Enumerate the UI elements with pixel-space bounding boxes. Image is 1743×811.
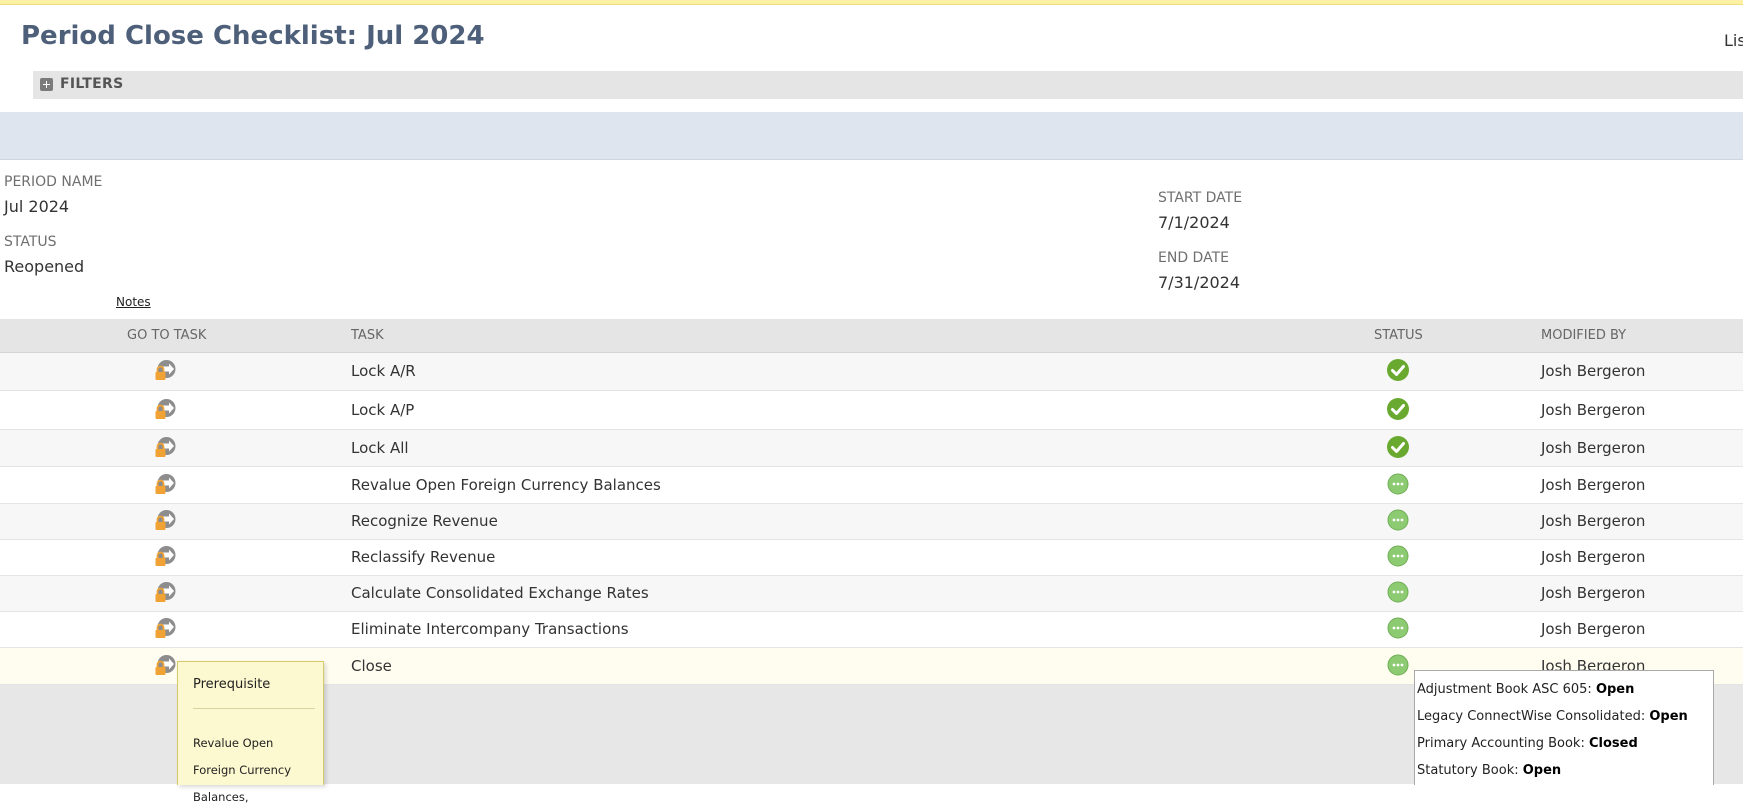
go-to-task-lock-icon[interactable] — [153, 581, 177, 603]
book-line: Adjustment Book ASC 605: Open — [1417, 682, 1634, 697]
modified-by: Josh Bergeron — [1541, 584, 1646, 602]
check-complete-icon[interactable] — [1386, 435, 1410, 459]
pending-dots-icon[interactable] — [1387, 545, 1409, 567]
book-status: Open — [1595, 682, 1635, 697]
book-line: Legacy ConnectWise Consolidated: Open — [1417, 709, 1688, 724]
go-to-task-lock-icon[interactable] — [153, 359, 177, 381]
tooltip-divider — [193, 708, 315, 709]
modified-by: Josh Bergeron — [1541, 400, 1646, 419]
go-to-task-lock-icon[interactable] — [153, 398, 177, 420]
pending-dots-icon[interactable] — [1387, 473, 1409, 495]
go-to-task-lock-icon[interactable] — [153, 436, 177, 458]
pending-dots-icon[interactable] — [1387, 617, 1409, 639]
accounting-books-tooltip: Adjustment Book ASC 605: Open Legacy Con… — [1414, 670, 1714, 785]
status-label: STATUS — [4, 234, 57, 250]
modified-by: Josh Bergeron — [1541, 475, 1646, 494]
page-title: Period Close Checklist: Jul 2024 — [21, 21, 485, 51]
table-row[interactable]: Recognize Revenue Josh Bergeron — [0, 504, 1743, 540]
book-status: Open — [1522, 763, 1562, 778]
table-row[interactable]: Revalue Open Foreign Currency Balances Jo… — [0, 467, 1743, 504]
modified-by: Josh Bergeron — [1541, 548, 1646, 566]
task-name: Calculate Consolidated Exchange Rates — [351, 584, 649, 602]
go-to-task-lock-icon[interactable] — [153, 509, 177, 531]
table-row[interactable]: Eliminate Intercompany Transactions Josh … — [0, 612, 1743, 648]
modified-by: Josh Bergeron — [1541, 362, 1646, 380]
notes-link[interactable]: Notes — [116, 295, 151, 309]
table-row[interactable]: Lock A/R Josh Bergeron — [0, 353, 1743, 391]
go-to-task-lock-icon[interactable] — [153, 654, 177, 676]
table-row[interactable]: Lock A/P Josh Bergeron — [0, 391, 1743, 430]
table-row[interactable]: Reclassify Revenue Josh Bergeron — [0, 540, 1743, 576]
expand-plus-icon[interactable] — [40, 78, 53, 91]
header-band — [0, 112, 1743, 160]
task-name: Lock A/R — [351, 362, 416, 380]
book-line: Statutory Book: Open — [1417, 763, 1561, 778]
table-row[interactable]: Lock All Josh Bergeron — [0, 430, 1743, 467]
header-go-to-task[interactable]: GO TO TASK — [127, 319, 206, 352]
start-date-value: 7/1/2024 — [1158, 213, 1230, 232]
start-date-label: START DATE — [1158, 190, 1243, 206]
book-name: Adjustment Book ASC 605: — [1417, 682, 1592, 697]
table-row[interactable]: Calculate Consolidated Exchange Rates Jos… — [0, 576, 1743, 612]
modified-by: Josh Bergeron — [1541, 438, 1646, 457]
book-name: Legacy ConnectWise Consolidated: — [1417, 709, 1646, 724]
end-date-label: END DATE — [1158, 250, 1229, 266]
prerequisite-title: Prerequisite — [193, 677, 271, 692]
check-complete-icon[interactable] — [1386, 397, 1410, 421]
list-link[interactable]: Lis — [1724, 31, 1743, 50]
task-name: Revalue Open Foreign Currency Balances — [351, 475, 661, 494]
prerequisite-tooltip: Prerequisite Revalue Open Foreign Curren… — [177, 661, 324, 804]
pending-dots-icon[interactable] — [1387, 509, 1409, 531]
book-line: Primary Accounting Book: Closed — [1417, 736, 1638, 751]
header-task[interactable]: TASK — [351, 319, 384, 352]
top-accent-line — [0, 0, 1743, 5]
book-status: Open — [1649, 709, 1688, 724]
modified-by: Josh Bergeron — [1541, 620, 1646, 638]
book-name: Primary Accounting Book: — [1417, 736, 1585, 751]
task-name: Lock All — [351, 438, 409, 457]
modified-by: Josh Bergeron — [1541, 512, 1646, 530]
pending-dots-icon[interactable] — [1387, 654, 1409, 676]
end-date-value: 7/31/2024 — [1158, 273, 1241, 292]
book-name: Statutory Book: — [1417, 763, 1519, 778]
check-complete-icon[interactable] — [1386, 358, 1410, 382]
pending-dots-icon[interactable] — [1387, 581, 1409, 603]
task-name: Close — [351, 656, 392, 675]
filters-bar[interactable]: FILTERS — [33, 71, 1743, 99]
status-value: Reopened — [4, 257, 85, 276]
period-name-label: PERIOD NAME — [4, 174, 103, 190]
task-name: Recognize Revenue — [351, 512, 498, 530]
period-name-value: Jul 2024 — [4, 197, 70, 216]
prerequisite-body: Revalue Open Foreign Currency Balances, — [193, 736, 292, 804]
table-header: GO TO TASK TASK STATUS MODIFIED BY — [0, 319, 1743, 353]
go-to-task-lock-icon[interactable] — [153, 617, 177, 639]
go-to-task-lock-icon[interactable] — [153, 545, 177, 567]
header-modified-by[interactable]: MODIFIED BY — [1541, 319, 1626, 352]
task-name: Eliminate Intercompany Transactions — [351, 620, 629, 638]
header-status[interactable]: STATUS — [1374, 319, 1423, 352]
filters-label[interactable]: FILTERS — [60, 76, 123, 92]
task-name: Reclassify Revenue — [351, 548, 496, 566]
book-status: Closed — [1588, 736, 1638, 751]
go-to-task-lock-icon[interactable] — [153, 473, 177, 495]
task-name: Lock A/P — [351, 400, 415, 419]
